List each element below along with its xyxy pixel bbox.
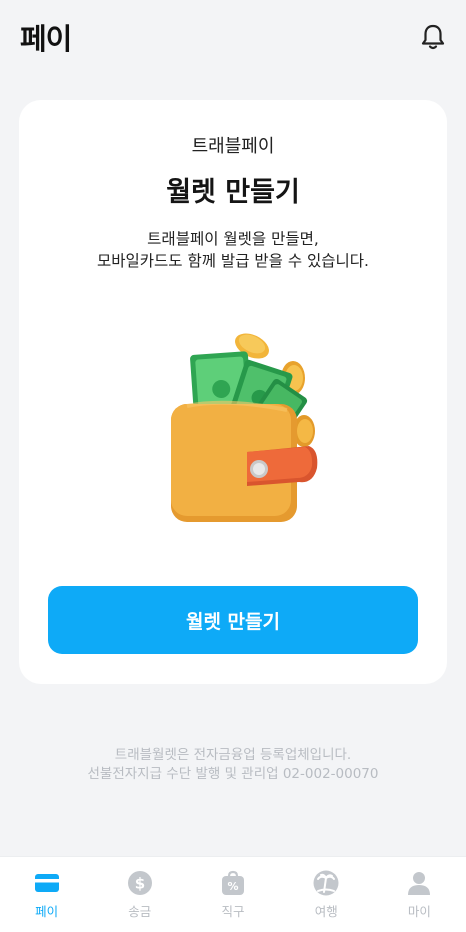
- app-header: 페이: [0, 0, 466, 76]
- wallet-create-card: 트래블페이 월렛 만들기 트래블페이 월렛을 만들면, 모바일카드도 함께 발급…: [19, 100, 447, 684]
- legal-notice-line-2: 선불전자지급 수단 발행 및 관리업 02-002-00070: [87, 766, 379, 782]
- tab-travel[interactable]: 여행: [280, 857, 373, 932]
- page-title: 페이: [20, 22, 72, 56]
- svg-text:$: $: [135, 875, 145, 893]
- svg-text:%: %: [227, 880, 238, 893]
- shopping-bag-percent-icon: %: [222, 870, 244, 895]
- tab-pay[interactable]: 페이: [0, 857, 93, 932]
- description-line-1: 트래블페이 월렛을 만들면,: [147, 230, 319, 248]
- palm-tree-icon: [313, 870, 339, 896]
- dollar-coin-icon: $: [127, 871, 152, 895]
- tab-remit-label: 송금: [128, 904, 152, 919]
- bell-icon[interactable]: [418, 22, 448, 52]
- card-description: 트래블페이 월렛을 만들면, 모바일카드도 함께 발급 받을 수 있습니다.: [19, 228, 447, 272]
- tab-my[interactable]: 마이: [373, 857, 466, 932]
- bottom-tab-bar: 페이 $ 송금 % 직구 여행 마이: [0, 856, 466, 932]
- wallet-with-money-icon: [171, 333, 318, 522]
- tab-pay-label: 페이: [35, 904, 59, 919]
- tab-my-label: 마이: [407, 904, 431, 919]
- tab-remit[interactable]: $ 송금: [93, 857, 186, 932]
- card-icon: [34, 874, 59, 892]
- card-subtitle: 트래블페이: [191, 136, 275, 157]
- person-icon: [408, 872, 431, 895]
- tab-shopping[interactable]: % 직구: [186, 857, 279, 932]
- create-wallet-button[interactable]: 월렛 만들기: [48, 586, 418, 654]
- description-line-2: 모바일카드도 함께 발급 받을 수 있습니다.: [97, 252, 369, 270]
- card-heading: 월렛 만들기: [166, 177, 300, 208]
- legal-notice: 트래블월렛은 전자금융업 등록업체입니다. 선불전자지급 수단 발행 및 관리업…: [0, 746, 466, 784]
- tab-shopping-label: 직구: [221, 904, 245, 919]
- legal-notice-line-1: 트래블월렛은 전자금융업 등록업체입니다.: [114, 747, 352, 763]
- tab-travel-label: 여행: [314, 904, 338, 919]
